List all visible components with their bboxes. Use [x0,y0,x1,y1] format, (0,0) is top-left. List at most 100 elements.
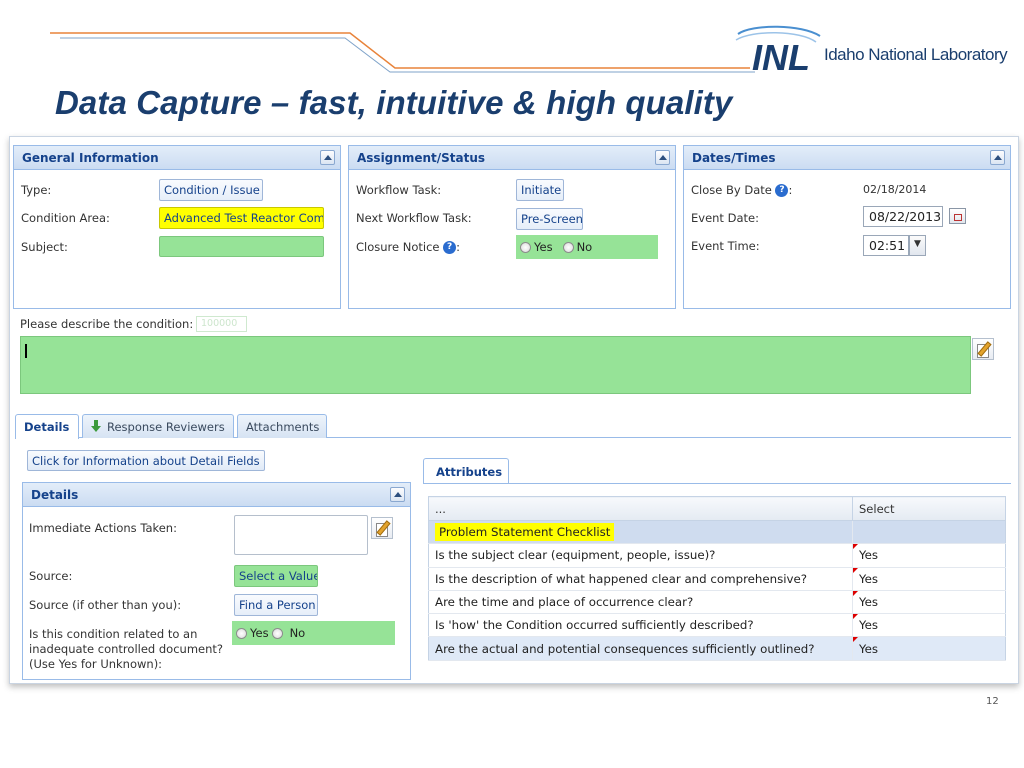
related-document-label-line2: inadequate controlled document? [29,642,223,656]
tab-response-reviewers[interactable]: Response Reviewers [82,414,234,438]
question-cell: Is 'how' the Condition occurred sufficie… [428,613,853,638]
next-workflow-task-link[interactable]: Pre-Screen [516,208,583,230]
column-header-select[interactable]: Select [852,496,1006,521]
app-screenshot: General Information Type: Condition / Is… [9,136,1019,684]
describe-condition-label: Please describe the condition: [20,317,194,331]
type-value-link[interactable]: Condition / Issue [159,179,263,201]
panel-title: Assignment/Status [357,151,486,165]
closure-notice-text: Closure Notice [356,240,440,254]
source-select[interactable]: Select a Value [234,565,318,587]
arrow-down-icon [91,420,101,432]
related-yes-radio[interactable] [236,627,247,639]
logo-mark: INL [752,37,810,74]
tab-attributes[interactable]: Attributes [423,458,509,484]
related-yes-label: Yes [250,626,269,640]
modified-marker [853,590,858,596]
table-row[interactable]: Is the description of what happened clea… [428,567,1006,591]
panel-header: Assignment/Status [349,146,675,170]
help-icon[interactable]: ? [775,184,789,197]
immediate-actions-label: Immediate Actions Taken: [29,521,177,535]
type-label: Type: [21,183,52,197]
table-row[interactable]: Is the subject clear (equipment, people,… [428,543,1006,568]
closure-yes-label: Yes [534,240,553,254]
detail-fields-info-button[interactable]: Click for Information about Detail Field… [27,450,265,471]
collapse-icon[interactable] [390,487,405,502]
calendar-icon[interactable] [949,208,966,224]
group-row: Problem Statement Checklist [428,520,1006,545]
group-label: Problem Statement Checklist [435,523,615,542]
event-date-input[interactable]: 08/22/2013 [863,206,943,227]
event-time-label: Event Time: [691,239,760,253]
panel-title: Details [31,488,79,502]
workflow-task-label: Workflow Task: [356,183,442,197]
event-time-input[interactable]: 02:51 [863,235,909,256]
closure-notice-colon: : [456,240,461,254]
attributes-tab-divider [423,483,1011,484]
chevron-down-icon[interactable]: ▼ [909,235,926,256]
subject-input[interactable] [159,236,324,257]
column-header-question[interactable]: ... [428,496,853,521]
answer-cell[interactable]: Yes [852,613,1006,638]
panel-title: General Information [22,151,159,165]
table-row[interactable]: Is 'how' the Condition occurred sufficie… [428,613,1006,638]
condition-area-label: Condition Area: [21,211,110,225]
closure-notice-radio-group: Yes No [516,235,658,259]
attributes-grid: ... Select Problem Statement Checklist I… [428,496,1006,661]
related-no-label: No [289,626,306,640]
question-cell: Are the time and place of occurrence cle… [428,590,853,615]
modified-marker [853,544,858,550]
condition-area-field[interactable]: Advanced Test Reactor Com [159,207,324,229]
closure-yes-radio[interactable] [520,241,531,253]
immediate-actions-input[interactable] [234,515,368,555]
source-label: Source: [29,569,73,583]
workflow-task-link[interactable]: Initiate [516,179,564,201]
question-cell: Is the subject clear (equipment, people,… [428,543,853,568]
answer-cell[interactable]: Yes [852,543,1006,568]
close-by-date-label: Close By Date ?: [691,183,792,197]
close-by-date-text: Close By Date [691,183,772,197]
assignment-status-panel: Assignment/Status Workflow Task: Initiat… [348,145,676,309]
answer-cell[interactable]: Yes [852,567,1006,591]
condition-description-textarea[interactable] [20,336,971,394]
panel-header: General Information [14,146,340,170]
edit-icon[interactable] [371,517,393,539]
answer-cell[interactable]: Yes [852,636,1006,661]
answer-value: Yes [859,618,879,633]
panel-header: Dates/Times [684,146,1010,170]
panel-title: Dates/Times [692,151,776,165]
collapse-icon[interactable] [655,150,670,165]
collapse-icon[interactable] [990,150,1005,165]
table-row[interactable]: Are the time and place of occurrence cle… [428,590,1006,615]
edit-icon[interactable] [972,338,994,360]
related-document-radio-group: Yes No [232,621,395,645]
collapse-icon[interactable] [320,150,335,165]
modified-marker [853,567,858,573]
page-number: 12 [986,696,999,707]
closure-no-radio[interactable] [562,241,574,253]
group-select-cell [852,520,1006,545]
dates-times-panel: Dates/Times Close By Date ?: 02/18/2014 … [683,145,1011,309]
close-by-date-value: 02/18/2014 [863,183,927,196]
source-other-label: Source (if other than you): [29,598,182,612]
panel-header: Details [23,483,410,507]
logo-text: Idaho National Laboratory [824,45,1008,64]
closure-no-label: No [576,240,593,254]
help-icon[interactable]: ? [443,241,457,254]
find-a-person-button[interactable]: Find a Person [234,594,318,616]
related-document-label-line1: Is this condition related to an [29,627,198,641]
tab-details[interactable]: Details [15,414,79,439]
event-date-label: Event Date: [691,211,759,225]
character-counter: 100000 [196,316,247,332]
answer-value: Yes [859,641,879,656]
table-row[interactable]: Are the actual and potential consequence… [428,636,1006,661]
text-cursor [25,344,27,358]
subject-label: Subject: [21,240,68,254]
answer-cell[interactable]: Yes [852,590,1006,615]
tab-response-reviewers-label: Response Reviewers [107,420,225,434]
details-panel: Details Immediate Actions Taken: Source:… [22,482,411,680]
answer-value: Yes [859,571,879,586]
tab-attachments[interactable]: Attachments [237,414,327,438]
answer-value: Yes [859,548,879,563]
question-cell: Are the actual and potential consequence… [428,636,853,661]
related-no-radio[interactable] [271,627,283,639]
